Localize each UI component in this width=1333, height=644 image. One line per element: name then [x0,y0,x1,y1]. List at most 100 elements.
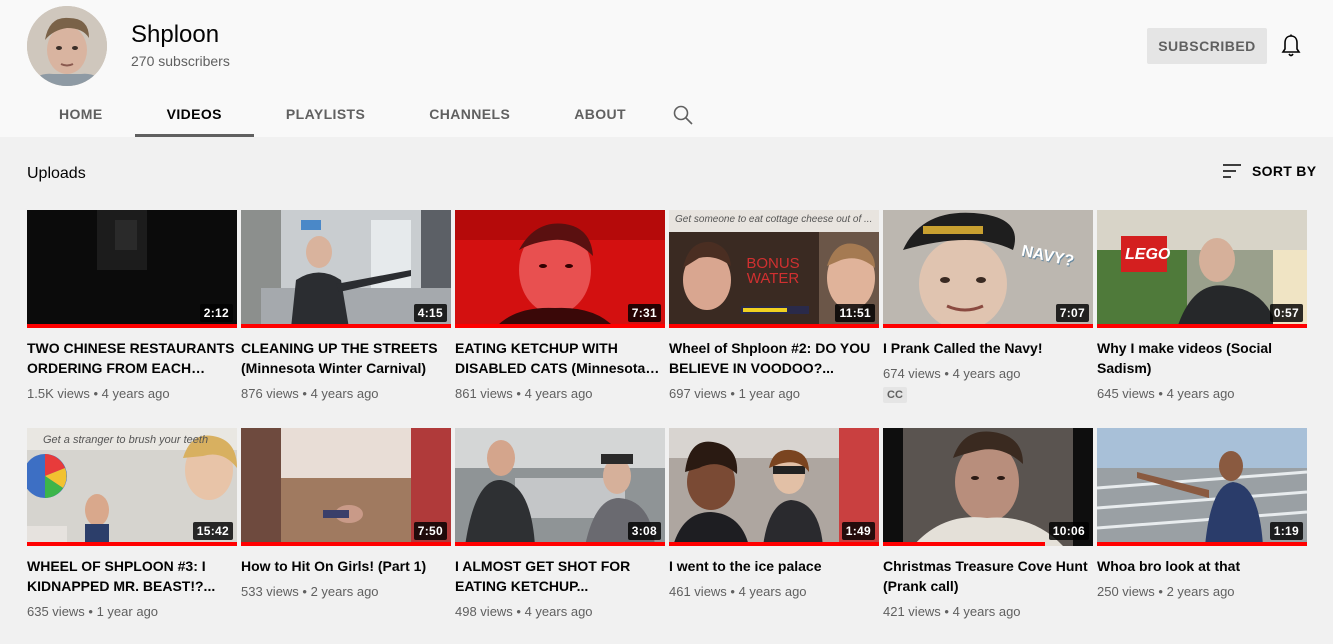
watch-progress-bar [883,324,1093,328]
video-thumbnail[interactable]: LEGO 0:57 [1097,210,1307,328]
video-meta: 421 views • 4 years ago [883,604,1021,619]
video-title[interactable]: I went to the ice palace [669,556,879,576]
video-duration: 1:19 [1269,522,1303,540]
video-thumbnail[interactable]: 1:19 [1097,428,1307,546]
video-duration: 1:49 [841,522,875,540]
video-meta: 533 views • 2 years ago [241,584,379,599]
video-thumbnail[interactable]: Get someone to eat cottage cheese out of… [669,210,879,328]
upload-age: 4 years ago [310,386,379,401]
channel-avatar[interactable] [27,6,107,86]
video-duration: 15:42 [192,522,233,540]
subscribed-button[interactable]: SUBSCRIBED [1147,28,1267,64]
video-duration: 2:12 [199,304,233,322]
watch-progress-bar [669,324,879,328]
watch-progress-bar [241,324,451,328]
video-thumbnail[interactable]: Get a stranger to brush your teeth 15:42 [27,428,237,546]
video-duration: 11:51 [835,304,875,322]
search-icon[interactable] [672,104,694,126]
video-card[interactable]: 3:08 I ALMOST GET SHOT FOR EATING KETCHU… [455,428,665,621]
video-duration: 10:06 [1048,522,1089,540]
video-duration: 3:08 [627,522,661,540]
watch-progress-bar [1097,542,1307,546]
video-thumbnail[interactable]: 4:15 [241,210,451,328]
video-card[interactable]: 4:15 CLEANING UP THE STREETS (Minnesota … [241,210,451,403]
section-title: Uploads [27,165,86,182]
video-thumbnail[interactable]: NAVY? 7:07 [883,210,1093,328]
upload-age: 1 year ago [738,386,801,401]
bell-icon[interactable] [1280,34,1302,58]
upload-age: 4 years ago [1166,386,1235,401]
tab-playlists[interactable]: PLAYLISTS [254,90,397,137]
video-thumbnail[interactable]: 1:49 [669,428,879,546]
video-duration: 4:15 [413,304,447,322]
tab-about[interactable]: ABOUT [542,90,658,137]
video-thumbnail[interactable]: 3:08 [455,428,665,546]
video-title[interactable]: Wheel of Shploon #2: DO YOU BELIEVE IN V… [669,338,879,378]
view-count: 645 views [1097,386,1155,401]
view-count: 421 views [883,604,941,619]
sort-icon [1223,164,1241,178]
video-card[interactable]: LEGO 0:57 Why I make videos (Social Sadi… [1097,210,1307,403]
thumbnail-caption: BONUS WATER [746,255,800,287]
video-meta: 697 views • 1 year ago [669,386,801,401]
watch-progress-bar [1097,324,1307,328]
video-card[interactable]: 1:19 Whoa bro look at that 250 views • 2… [1097,428,1307,601]
view-count: 498 views [455,604,513,619]
video-card[interactable]: 7:50 How to Hit On Girls! (Part 1) 533 v… [241,428,451,601]
subscriber-count: 270 subscribers [131,53,230,69]
view-count: 1.5K views [27,386,90,401]
tab-channels[interactable]: CHANNELS [397,90,542,137]
video-duration: 7:31 [627,304,661,322]
upload-age: 2 years ago [310,584,379,599]
view-count: 697 views [669,386,727,401]
view-count: 461 views [669,584,727,599]
video-thumbnail[interactable]: 7:31 [455,210,665,328]
channel-header: Shploon 270 subscribers SUBSCRIBED HOME … [0,0,1333,137]
video-card[interactable]: 1:49 I went to the ice palace 461 views … [669,428,879,601]
video-thumbnail[interactable]: 10:06 [883,428,1093,546]
sort-by-button[interactable]: SORT BY [1222,163,1316,179]
video-title[interactable]: TWO CHINESE RESTAURANTS ORDERING FROM EA… [27,338,237,378]
view-count: 876 views [241,386,299,401]
video-meta: 1.5K views • 4 years ago [27,386,170,401]
video-card[interactable]: Get someone to eat cottage cheese out of… [669,210,879,403]
video-meta: 645 views • 4 years ago [1097,386,1235,401]
video-title[interactable]: Christmas Treasure Cove Hunt (Prank call… [883,556,1093,596]
video-title[interactable]: How to Hit On Girls! (Part 1) [241,556,451,576]
video-title[interactable]: CLEANING UP THE STREETS (Minnesota Winte… [241,338,451,378]
sort-by-label: SORT BY [1252,163,1317,179]
video-thumbnail[interactable]: 2:12 [27,210,237,328]
cc-badge: CC [883,387,907,403]
thumbnail-caption: LEGO [1125,246,1171,263]
video-card[interactable]: 10:06 Christmas Treasure Cove Hunt (Pran… [883,428,1093,621]
upload-age: 4 years ago [524,386,593,401]
video-title[interactable]: EATING KETCHUP WITH DISABLED CATS (Minne… [455,338,665,378]
video-meta: 635 views • 1 year ago [27,604,159,619]
video-meta: 250 views • 2 years ago [1097,584,1235,599]
view-count: 861 views [455,386,513,401]
video-title[interactable]: Whoa bro look at that [1097,556,1307,576]
video-title[interactable]: WHEEL OF SHPLOON #3: I KIDNAPPED MR. BEA… [27,556,237,596]
upload-age: 4 years ago [738,584,807,599]
upload-age: 4 years ago [952,366,1021,381]
video-card[interactable]: NAVY? 7:07 I Prank Called the Navy! 674 … [883,210,1093,403]
video-card[interactable]: 2:12 TWO CHINESE RESTAURANTS ORDERING FR… [27,210,237,403]
upload-age: 4 years ago [952,604,1021,619]
view-count: 635 views [27,604,85,619]
video-meta: 498 views • 4 years ago [455,604,593,619]
watch-progress-bar [669,542,879,546]
channel-tabs: HOME VIDEOS PLAYLISTS CHANNELS ABOUT [27,90,658,137]
video-meta: 861 views • 4 years ago [455,386,593,401]
video-meta: 674 views • 4 years ago [883,366,1021,381]
tab-videos[interactable]: VIDEOS [134,90,255,137]
video-thumbnail[interactable]: 7:50 [241,428,451,546]
video-meta: 461 views • 4 years ago [669,584,807,599]
video-title[interactable]: I Prank Called the Navy! [883,338,1093,358]
video-title[interactable]: I ALMOST GET SHOT FOR EATING KETCHUP... [455,556,665,596]
video-card[interactable]: Get a stranger to brush your teeth 15:42… [27,428,237,621]
video-card[interactable]: 7:31 EATING KETCHUP WITH DISABLED CATS (… [455,210,665,403]
watch-progress-bar [883,542,1045,546]
watch-progress-bar [241,542,451,546]
video-title[interactable]: Why I make videos (Social Sadism) [1097,338,1307,378]
tab-home[interactable]: HOME [27,90,135,137]
